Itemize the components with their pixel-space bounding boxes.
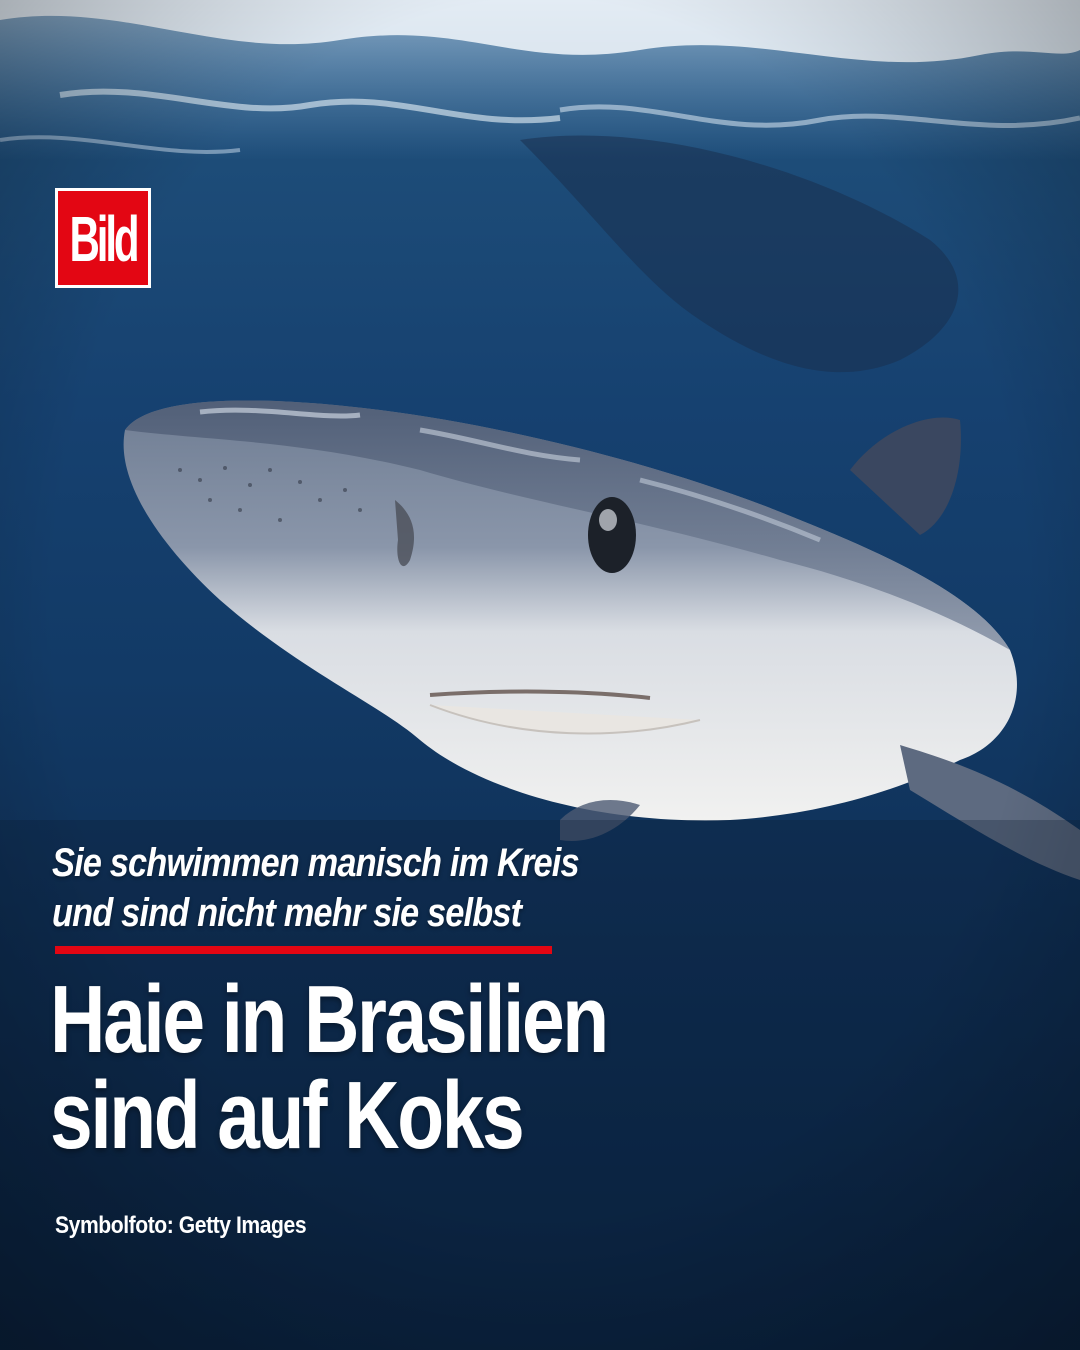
headline: Haie in Brasilien sind auf Koks — [50, 972, 850, 1164]
post-card: Bild Sie schwimmen manisch im Kreis und … — [0, 0, 1080, 1350]
headline-line-1: Haie in Brasilien — [50, 966, 609, 1073]
logo-text: Bild — [69, 204, 139, 276]
red-divider — [55, 946, 552, 954]
kicker: Sie schwimmen manisch im Kreis und sind … — [52, 838, 826, 938]
bild-logo: Bild — [55, 188, 151, 288]
kicker-line-1: Sie schwimmen manisch im Kreis — [52, 841, 580, 885]
headline-line-2: sind auf Koks — [50, 1062, 525, 1169]
kicker-line-2: und sind nicht mehr sie selbst — [52, 891, 522, 935]
photo-credit: Symbolfoto: Getty Images — [55, 1212, 307, 1239]
